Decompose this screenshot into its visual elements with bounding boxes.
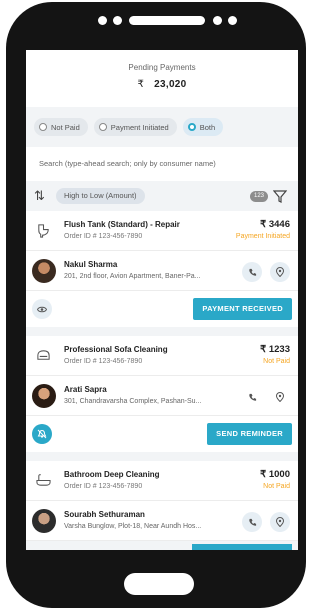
search-input[interactable]: Search (type-ahead search; only by consu… <box>26 147 298 181</box>
view-details-button[interactable] <box>32 299 52 319</box>
toilet-icon <box>38 224 49 238</box>
service-amount: ₹ 1233 <box>260 344 290 355</box>
sensor-dot <box>113 16 122 25</box>
payment-status: Payment Initiated <box>235 233 290 240</box>
call-button[interactable] <box>242 512 262 532</box>
filter-icon[interactable] <box>273 189 287 203</box>
avatar <box>32 259 56 283</box>
filter-payment-initiated[interactable]: Payment Initiated <box>93 118 177 136</box>
filter-not-paid[interactable]: Not Paid <box>34 118 88 136</box>
currency-symbol: ₹ <box>137 79 145 90</box>
camera-dot <box>98 16 107 25</box>
filter-label: Payment Initiated <box>110 122 169 132</box>
summary-amount: ₹23,020 <box>26 79 298 90</box>
location-pin-icon <box>276 517 284 527</box>
location-button[interactable] <box>270 512 290 532</box>
customer-address: 201, 2nd floor, Avion Apartment, Baner-P… <box>64 273 201 280</box>
payment-status: Not Paid <box>263 358 290 365</box>
speaker-grille <box>129 16 205 25</box>
customer-row[interactable]: Arati Sapra 301, Chandravarsha Complex, … <box>26 376 298 416</box>
filter-label: Both <box>199 122 216 132</box>
sofa-icon <box>37 350 50 360</box>
payment-status: Not Paid <box>263 483 290 490</box>
service-amount: ₹ 1000 <box>260 469 290 480</box>
summary-total: 23,020 <box>154 79 187 90</box>
front-camera <box>213 16 222 25</box>
customer-name: Nakul Sharma <box>64 260 118 269</box>
filter-both[interactable]: Both <box>182 118 224 136</box>
service-row[interactable]: Bathroom Deep Cleaning Order ID # 123-45… <box>26 461 298 501</box>
payment-received-button[interactable]: PAYMENT RECEIVED <box>193 298 292 320</box>
phone-icon <box>248 268 256 276</box>
payment-card: Professional Sofa Cleaning Order ID # 12… <box>26 336 298 452</box>
payment-card: Flush Tank (Standard) - Repair Order ID … <box>26 211 298 327</box>
phone-icon <box>248 518 256 526</box>
service-amount: ₹ 3446 <box>260 219 290 230</box>
send-reminder-button[interactable]: SEND REMINDER <box>207 423 292 445</box>
phone-icon <box>248 393 256 401</box>
phone-frame: Pending Payments ₹23,020 Not Paid Paymen… <box>6 2 306 608</box>
location-button[interactable] <box>270 262 290 282</box>
radio-icon <box>98 123 107 131</box>
radio-icon <box>39 123 47 131</box>
customer-name: Arati Sapra <box>64 385 107 394</box>
status-filter-group: Not Paid Payment Initiated Both <box>26 107 298 147</box>
location-pin-icon <box>276 392 284 402</box>
bell-off-icon <box>37 429 47 439</box>
call-button[interactable] <box>242 387 262 407</box>
action-button-partial[interactable] <box>192 544 292 550</box>
card-actions: PAYMENT RECEIVED <box>26 291 298 327</box>
service-name: Professional Sofa Cleaning <box>64 345 168 354</box>
radio-selected-icon <box>187 123 196 131</box>
service-name: Bathroom Deep Cleaning <box>64 470 160 479</box>
eye-icon <box>37 306 47 312</box>
reminder-status-button[interactable] <box>32 424 52 444</box>
payment-card: Bathroom Deep Cleaning Order ID # 123-45… <box>26 461 298 541</box>
sensor-dot <box>228 16 237 25</box>
card-actions: SEND REMINDER <box>26 416 298 452</box>
order-id: Order ID # 123-456-7890 <box>64 358 143 365</box>
customer-name: Sourabh Sethuraman <box>64 510 145 519</box>
sort-order-chip[interactable]: High to Low (Amount) <box>56 188 145 204</box>
order-id: Order ID # 123-456-7890 <box>64 483 143 490</box>
home-button[interactable] <box>124 573 194 595</box>
call-button[interactable] <box>242 262 262 282</box>
customer-address: 301, Chandravarsha Complex, Pashan-Su... <box>64 398 202 405</box>
avatar <box>32 509 56 533</box>
pending-summary: Pending Payments ₹23,020 <box>26 50 298 107</box>
customer-row[interactable]: Nakul Sharma 201, 2nd floor, Avion Apart… <box>26 251 298 291</box>
customer-address: Varsha Bunglow, Plot-18, Near Aundh Hos.… <box>64 523 202 530</box>
result-count-badge: 123 <box>249 191 268 202</box>
location-pin-icon <box>276 267 284 277</box>
sort-icon[interactable]: ⇅ <box>34 189 48 203</box>
customer-row[interactable]: Sourabh Sethuraman Varsha Bunglow, Plot-… <box>26 501 298 541</box>
order-id: Order ID # 123-456-7890 <box>64 233 143 240</box>
avatar <box>32 384 56 408</box>
location-button[interactable] <box>270 387 290 407</box>
summary-label: Pending Payments <box>128 63 196 72</box>
service-name: Flush Tank (Standard) - Repair <box>64 220 180 229</box>
app-screen: Pending Payments ₹23,020 Not Paid Paymen… <box>26 50 298 550</box>
filter-label: Not Paid <box>51 122 80 132</box>
bathtub-icon <box>36 474 51 486</box>
service-row[interactable]: Professional Sofa Cleaning Order ID # 12… <box>26 336 298 376</box>
service-row[interactable]: Flush Tank (Standard) - Repair Order ID … <box>26 211 298 251</box>
sort-bar: ⇅ High to Low (Amount) 123 <box>26 181 298 211</box>
